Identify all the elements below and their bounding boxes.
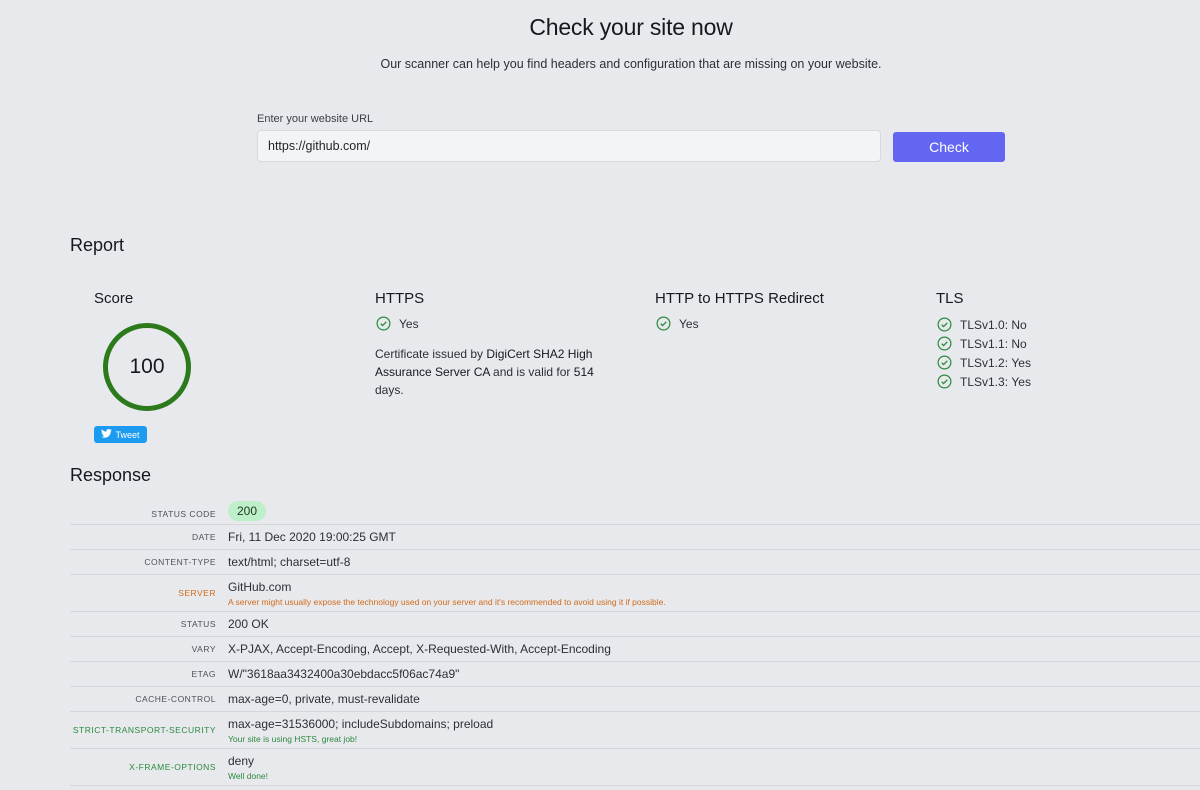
- check-circle-icon: [656, 316, 671, 331]
- tls-label: TLSv1.3:: [960, 374, 1009, 389]
- tls-value: No: [1011, 336, 1027, 351]
- header-key: X-FRAME-OPTIONS: [129, 762, 216, 772]
- redirect-title: HTTP to HTTPS Redirect: [655, 290, 824, 307]
- header-value: GitHub.com A server might usually expose…: [216, 580, 666, 607]
- score-value: 100: [129, 355, 165, 378]
- header-value: 200 OK: [228, 617, 269, 631]
- report-title: Report: [70, 235, 125, 255]
- redirect-status-text: Yes: [679, 316, 699, 331]
- check-circle-icon: [376, 316, 391, 331]
- check-circle-icon: [937, 317, 952, 332]
- twitter-bird-icon: [101, 429, 113, 440]
- certificate-info: Certificate issued by DigiCert SHA2 High…: [375, 345, 610, 399]
- header-value: 200: [216, 501, 267, 521]
- tls-label: TLSv1.2:: [960, 355, 1009, 370]
- header-key: ETAG: [191, 669, 216, 679]
- cert-prefix: Certificate issued by: [375, 347, 487, 361]
- page-subtitle: Our scanner can help you find headers an…: [380, 57, 882, 71]
- header-value: text/html; charset=utf-8: [228, 555, 351, 569]
- header-value: Fri, 11 Dec 2020 19:00:25 GMT: [228, 530, 396, 544]
- table-row: CONTENT-TYPE text/html; charset=utf-8: [70, 550, 1200, 575]
- tls-value: Yes: [1011, 374, 1031, 389]
- page-title: Check your site now: [529, 14, 733, 40]
- table-row: SERVER GitHub.com A server might usually…: [70, 575, 1200, 612]
- tweet-label: Tweet: [115, 429, 140, 440]
- url-label: Enter your website URL: [257, 113, 374, 125]
- status-badge: 200: [228, 501, 267, 521]
- header-value: max-age=31536000; includeSubdomains; pre…: [216, 717, 493, 744]
- response-title: Response: [70, 465, 152, 485]
- table-row: DATE Fri, 11 Dec 2020 19:00:25 GMT: [70, 525, 1200, 550]
- check-circle-icon: [937, 374, 952, 389]
- check-circle-icon: [937, 336, 952, 351]
- header-key: CACHE-CONTROL: [135, 694, 216, 704]
- header-note: Your site is using HSTS, great job!: [228, 734, 358, 744]
- tls-value: No: [1011, 317, 1027, 332]
- header-value: deny Well done!: [216, 754, 268, 781]
- header-value-text: deny: [228, 754, 255, 768]
- tls-item: TLSv1.3: Yes: [937, 374, 1031, 389]
- tls-item: TLSv1.1: No: [937, 336, 1027, 351]
- cert-suffix: days.: [375, 383, 404, 397]
- header-note: Well done!: [228, 771, 269, 781]
- header-key: STRICT-TRANSPORT-SECURITY: [72, 725, 216, 735]
- header-key: DATE: [191, 532, 216, 542]
- tls-item: TLSv1.2: Yes: [937, 355, 1031, 370]
- https-status: Yes: [376, 316, 419, 331]
- header-key: STATUS: [180, 619, 216, 629]
- redirect-status: Yes: [656, 316, 699, 331]
- https-title: HTTPS: [375, 290, 425, 307]
- score-title: Score: [94, 290, 134, 307]
- header-value: W/"3618aa3432400a30ebdacc5f06ac74a9": [228, 667, 460, 681]
- table-row: VARY X-PJAX, Accept-Encoding, Accept, X-…: [70, 637, 1200, 662]
- cert-mid: and is valid for: [489, 365, 574, 379]
- header-key: CONTENT-TYPE: [144, 557, 216, 567]
- table-row: STATUS 200 OK: [70, 612, 1200, 637]
- table-row: ETAG W/"3618aa3432400a30ebdacc5f06ac74a9…: [70, 662, 1200, 687]
- tls-value: Yes: [1011, 355, 1031, 370]
- tls-item: TLSv1.0: No: [937, 317, 1027, 332]
- check-circle-icon: [937, 355, 952, 370]
- header-value: X-PJAX, Accept-Encoding, Accept, X-Reque…: [228, 642, 611, 656]
- table-row: CACHE-CONTROL max-age=0, private, must-r…: [70, 687, 1200, 712]
- cert-days: 514: [573, 365, 594, 379]
- header-note: A server might usually expose the techno…: [228, 597, 666, 607]
- header-value-text: GitHub.com: [228, 580, 292, 594]
- tls-label: TLSv1.1:: [960, 336, 1009, 351]
- header-key: SERVER: [178, 588, 216, 598]
- tls-title: TLS: [936, 290, 964, 307]
- header-key: STATUS CODE: [151, 509, 216, 519]
- header-value-text: max-age=31536000; includeSubdomains; pre…: [228, 717, 494, 731]
- table-row: STATUS CODE 200: [70, 500, 1200, 525]
- tls-label: TLSv1.0:: [960, 317, 1009, 332]
- check-button[interactable]: Check: [893, 132, 1005, 162]
- response-headers-table: STATUS CODE 200 DATE Fri, 11 Dec 2020 19…: [70, 500, 1200, 786]
- header-value: max-age=0, private, must-revalidate: [228, 692, 420, 706]
- table-row: X-FRAME-OPTIONS deny Well done!: [70, 749, 1200, 786]
- table-row: STRICT-TRANSPORT-SECURITY max-age=315360…: [70, 712, 1200, 749]
- tweet-button[interactable]: Tweet: [94, 426, 147, 443]
- header-key: VARY: [191, 644, 216, 654]
- https-status-text: Yes: [399, 316, 419, 331]
- url-input[interactable]: [257, 130, 881, 162]
- score-ring: 100: [103, 323, 191, 411]
